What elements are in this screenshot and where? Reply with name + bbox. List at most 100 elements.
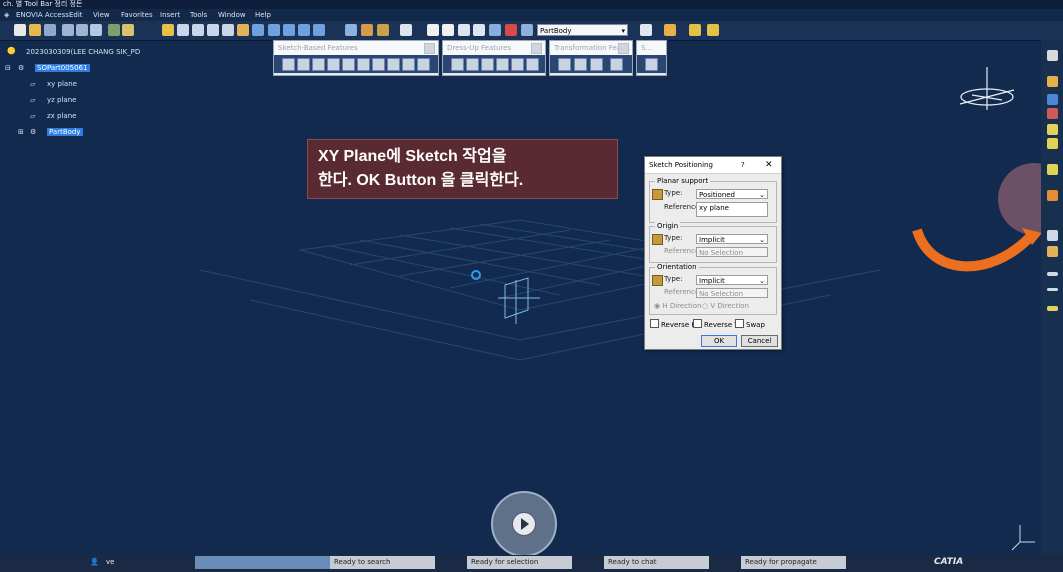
pointer-arrow: [912, 228, 1036, 272]
sketch-positioning-dialog: Sketch Positioning ? ✕ Planar support Ty…: [644, 156, 782, 350]
macro-icon[interactable]: [664, 24, 676, 36]
close-icon[interactable]: ✕: [765, 157, 773, 173]
select-icon[interactable]: [1047, 164, 1058, 175]
copy-icon[interactable]: [76, 24, 88, 36]
fly-mode-icon[interactable]: [162, 24, 174, 36]
multi-view-icon[interactable]: [252, 24, 264, 36]
axis-system-icon[interactable]: [473, 24, 485, 36]
dialog-title: Sketch Positioning: [649, 161, 713, 169]
hand-icon[interactable]: [377, 24, 389, 36]
origin-type-dropdown[interactable]: Implicit ⌄: [696, 234, 768, 244]
checkbox-label: Reverse H: [661, 321, 697, 329]
help-icon[interactable]: ?: [741, 157, 745, 173]
open-file-icon[interactable]: [29, 24, 41, 36]
database-icon[interactable]: [489, 24, 501, 36]
grid-icon[interactable]: [458, 24, 470, 36]
shading-icon[interactable]: [283, 24, 295, 36]
rotate-icon[interactable]: [192, 24, 204, 36]
reverse-v-checkbox[interactable]: Reverse V: [693, 319, 739, 329]
material-icon[interactable]: [400, 24, 412, 36]
plane-tool-icon[interactable]: [1047, 94, 1058, 105]
hide-show-icon[interactable]: [298, 24, 310, 36]
undo-icon[interactable]: [90, 24, 102, 36]
publish-icon[interactable]: [505, 24, 517, 36]
callout-line-1: XY Plane에 Sketch 작업을: [318, 148, 507, 165]
dropdown-value: Implicit: [699, 236, 725, 244]
plane-icon[interactable]: [1047, 306, 1058, 311]
group-label: Origin: [655, 222, 681, 230]
menu-tools[interactable]: Tools: [190, 9, 207, 21]
zoom-in-icon[interactable]: [207, 24, 219, 36]
menu-window[interactable]: Window: [218, 9, 246, 21]
play-icon[interactable]: [512, 512, 536, 536]
point-icon[interactable]: [1047, 272, 1058, 276]
sketch-icon[interactable]: [1047, 190, 1058, 201]
propagate-status[interactable]: Ready for propagate: [741, 556, 846, 569]
workbench-icon[interactable]: [1047, 76, 1058, 87]
planar-type-dropdown[interactable]: Positioned ⌄: [696, 189, 768, 199]
chat-status[interactable]: Ready to chat: [604, 556, 709, 569]
dropdown-value: Positioned: [699, 191, 736, 199]
type-icon: [652, 189, 663, 200]
positioned-sketch-icon[interactable]: [1047, 230, 1058, 241]
reference-icon[interactable]: [1047, 246, 1058, 257]
save-icon[interactable]: [44, 24, 56, 36]
3d-viewport[interactable]: [0, 40, 1041, 555]
xyz-axis-icon: [1011, 525, 1035, 551]
dialog-titlebar: Sketch Positioning ? ✕: [645, 157, 781, 174]
chevron-down-icon: ⌄: [759, 277, 765, 285]
pan-icon[interactable]: [177, 24, 189, 36]
chevron-down-icon: ⌄: [759, 236, 765, 244]
type-label: Type:: [664, 189, 683, 197]
menu-logo-icon[interactable]: ◈: [4, 9, 9, 21]
sketcher-icon[interactable]: [345, 24, 357, 36]
swap-visible-icon[interactable]: [313, 24, 325, 36]
point-tool-icon[interactable]: [1047, 108, 1058, 119]
zoom-out-icon[interactable]: [222, 24, 234, 36]
selection-status[interactable]: Ready for selection: [467, 556, 572, 569]
swap-checkbox[interactable]: Swap: [735, 319, 765, 329]
iso-view-icon[interactable]: [268, 24, 280, 36]
line-icon[interactable]: [1047, 288, 1058, 291]
menu-enovia[interactable]: ENOVIA Access: [16, 9, 69, 21]
scan-icon[interactable]: [521, 24, 533, 36]
menu-view[interactable]: View: [93, 9, 110, 21]
new-file-icon[interactable]: [14, 24, 26, 36]
group-label: Planar support: [655, 177, 711, 185]
instruction-callout: XY Plane에 Sketch 작업을 한다. OK Button 을 클릭한…: [307, 139, 618, 199]
type-icon: [652, 275, 663, 286]
v-direction-radio: ○ V Direction: [702, 302, 749, 310]
redo-icon[interactable]: [108, 24, 120, 36]
measure-icon[interactable]: [361, 24, 373, 36]
status-bar: 👤 ve Ready to search Ready for selection…: [0, 555, 1063, 572]
compass-axis-icon[interactable]: [959, 67, 1015, 110]
ok-button[interactable]: OK: [701, 335, 737, 347]
group-label: Orientation: [655, 263, 699, 271]
options-icon[interactable]: [707, 24, 719, 36]
sketch-plane-icon: [498, 277, 540, 324]
line-tool-icon[interactable]: [1047, 124, 1058, 135]
navigation-compass[interactable]: [491, 491, 557, 557]
search-status[interactable]: Ready to search: [330, 556, 435, 569]
settings-icon[interactable]: [1047, 50, 1058, 61]
reverse-h-checkbox[interactable]: Reverse H: [650, 319, 697, 329]
menu-insert[interactable]: Insert: [160, 9, 180, 21]
axis-tool-icon[interactable]: [1047, 138, 1058, 149]
compass-icon[interactable]: [442, 24, 454, 36]
orientation-type-dropdown[interactable]: Implicit ⌄: [696, 275, 768, 285]
cut-icon[interactable]: [62, 24, 74, 36]
whats-this-icon[interactable]: [122, 24, 134, 36]
normal-view-icon[interactable]: [237, 24, 249, 36]
part-body-selector-value: PartBody: [540, 27, 572, 35]
planar-reference-field[interactable]: xy plane: [696, 202, 768, 217]
rotate-view-icon[interactable]: [427, 24, 439, 36]
work-object-icon[interactable]: [640, 24, 652, 36]
part-body-selector[interactable]: PartBody ▾: [537, 24, 628, 36]
tools-icon[interactable]: [689, 24, 701, 36]
status-progress-bar: [195, 556, 330, 569]
cancel-button[interactable]: Cancel: [741, 335, 778, 347]
menu-edit[interactable]: Edit: [69, 9, 83, 21]
menu-help[interactable]: Help: [255, 9, 271, 21]
orientation-group: Orientation Type: Implicit ⌄ Reference: N…: [649, 263, 777, 315]
menu-favorites[interactable]: Favorites: [121, 9, 153, 21]
